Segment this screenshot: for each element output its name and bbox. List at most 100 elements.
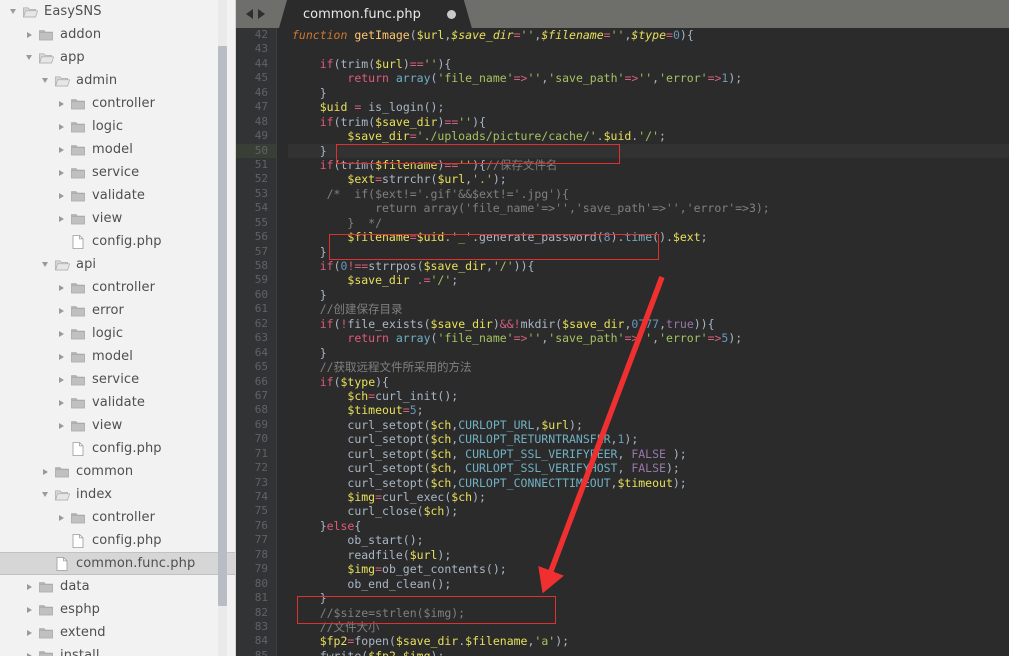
nav-back-arrow-icon[interactable]: [246, 9, 253, 19]
code-line-71[interactable]: 71 curl_setopt($ch, CURLOPT_SSL_VERIFYPE…: [236, 446, 1009, 462]
code-line-58[interactable]: 58 if(0!==strrpos($save_dir,'/')){: [236, 259, 1009, 274]
code-line-64[interactable]: 64 }: [236, 345, 1009, 361]
code-line-59[interactable]: 59 $save_dir .='/';: [236, 273, 1009, 288]
gutter-marker-area[interactable]: [276, 42, 288, 57]
gutter-marker-area[interactable]: [276, 143, 288, 158]
chevron-right-icon[interactable]: [22, 598, 36, 621]
code-line-77[interactable]: 77 ob_start();: [236, 533, 1009, 548]
gutter-marker-area[interactable]: [276, 591, 288, 606]
tree-item-config-php[interactable]: config.php: [0, 230, 235, 253]
gutter-marker-area[interactable]: [276, 56, 288, 72]
tree-item-common-func-php[interactable]: common.func.php: [0, 552, 235, 575]
tree-item-config-php[interactable]: config.php: [0, 529, 235, 552]
gutter-marker-area[interactable]: [276, 114, 288, 130]
tree-item-common[interactable]: common: [0, 460, 235, 483]
gutter-marker-area[interactable]: [276, 28, 288, 43]
code-line-82[interactable]: 82 //$size=strlen($img);: [236, 605, 1009, 620]
gutter-marker-area[interactable]: [276, 417, 288, 433]
tree-item-model[interactable]: model: [0, 138, 235, 161]
gutter-marker-area[interactable]: [276, 504, 288, 519]
code-line-62[interactable]: 62 if(!file_exists($save_dir)&&!mkdir($s…: [236, 316, 1009, 332]
code-line-54[interactable]: 54 return array('file_name'=>'','save_pa…: [236, 201, 1009, 216]
code-line-55[interactable]: 55 } */: [236, 215, 1009, 231]
gutter-marker-area[interactable]: [276, 201, 288, 216]
gutter-marker-area[interactable]: [276, 244, 288, 259]
code-line-72[interactable]: 72 curl_setopt($ch, CURLOPT_SSL_VERIFYHO…: [236, 461, 1009, 476]
code-line-80[interactable]: 80 ob_end_clean();: [236, 576, 1009, 592]
gutter-marker-area[interactable]: [276, 186, 288, 202]
nav-forward-arrow-icon[interactable]: [258, 9, 265, 19]
chevron-right-icon[interactable]: [54, 207, 68, 230]
code-line-52[interactable]: 52 $ext=strrchr($url,'.');: [236, 172, 1009, 187]
chevron-right-icon[interactable]: [22, 23, 36, 46]
code-editor-content[interactable]: 42 function getImage($url,$save_dir='',$f…: [236, 28, 1009, 656]
tree-item-admin[interactable]: admin: [0, 69, 235, 92]
chevron-right-icon[interactable]: [22, 621, 36, 644]
chevron-right-icon[interactable]: [54, 322, 68, 345]
tree-item-controller[interactable]: controller: [0, 276, 235, 299]
code-line-56[interactable]: 56 $filename=$uid.'_'.generate_password(…: [236, 230, 1009, 245]
tree-item-controller[interactable]: controller: [0, 506, 235, 529]
code-line-79[interactable]: 79 $img=ob_get_contents();: [236, 562, 1009, 577]
code-line-51[interactable]: 51 if(trim($filename)==''){//保存文件名: [236, 157, 1009, 173]
gutter-marker-area[interactable]: [276, 85, 288, 101]
code-line-76[interactable]: 76 }else{: [236, 518, 1009, 534]
tree-item-service[interactable]: service: [0, 368, 235, 391]
code-line-78[interactable]: 78 readfile($url);: [236, 547, 1009, 563]
tree-item-model[interactable]: model: [0, 345, 235, 368]
gutter-marker-area[interactable]: [276, 403, 288, 418]
code-line-49[interactable]: 49 $save_dir='./uploads/picture/cache/'.…: [236, 129, 1009, 144]
code-line-85[interactable]: 85 fwrite($fp2,$img);: [236, 648, 1009, 656]
gutter-marker-area[interactable]: [276, 331, 288, 346]
chevron-down-icon[interactable]: [38, 69, 52, 92]
tree-item-app[interactable]: app: [0, 46, 235, 69]
code-line-47[interactable]: 47 $uid = is_login();: [236, 100, 1009, 115]
code-line-53[interactable]: 53 /* if($ext!='.gif'&&$ext!='.jpg'){: [236, 186, 1009, 202]
gutter-marker-area[interactable]: [276, 230, 288, 245]
tree-item-install[interactable]: install: [0, 644, 235, 656]
chevron-right-icon[interactable]: [54, 368, 68, 391]
gutter-marker-area[interactable]: [276, 518, 288, 534]
chevron-right-icon[interactable]: [54, 138, 68, 161]
chevron-right-icon[interactable]: [38, 460, 52, 483]
code-line-44[interactable]: 44 if(trim($url)==''){: [236, 56, 1009, 72]
tree-item-service[interactable]: service: [0, 161, 235, 184]
sidebar-scrollbar-thumb[interactable]: [218, 46, 227, 606]
gutter-marker-area[interactable]: [276, 374, 288, 389]
gutter-marker-area[interactable]: [276, 287, 288, 303]
tree-item-view[interactable]: view: [0, 207, 235, 230]
chevron-right-icon[interactable]: [22, 575, 36, 598]
tree-item-esphp[interactable]: esphp: [0, 598, 235, 621]
tree-item-api[interactable]: api: [0, 253, 235, 276]
code-line-46[interactable]: 46 }: [236, 85, 1009, 101]
gutter-marker-area[interactable]: [276, 562, 288, 577]
gutter-marker-area[interactable]: [276, 273, 288, 288]
code-line-60[interactable]: 60 }: [236, 287, 1009, 303]
chevron-right-icon[interactable]: [54, 299, 68, 322]
tree-item-logic[interactable]: logic: [0, 322, 235, 345]
chevron-right-icon[interactable]: [54, 506, 68, 529]
chevron-down-icon[interactable]: [38, 253, 52, 276]
code-line-81[interactable]: 81 }: [236, 591, 1009, 606]
tab-modified-dot-icon[interactable]: [447, 10, 456, 19]
gutter-marker-area[interactable]: [276, 100, 288, 115]
tree-item-logic[interactable]: logic: [0, 115, 235, 138]
gutter-marker-area[interactable]: [276, 302, 288, 317]
chevron-right-icon[interactable]: [54, 391, 68, 414]
gutter-marker-area[interactable]: [276, 345, 288, 361]
chevron-right-icon[interactable]: [54, 414, 68, 437]
code-line-66[interactable]: 66 if($type){: [236, 374, 1009, 389]
project-file-tree[interactable]: EasySNS addon app admin controller logic model…: [0, 0, 236, 656]
chevron-right-icon[interactable]: [54, 161, 68, 184]
tree-item-extend[interactable]: extend: [0, 621, 235, 644]
code-line-61[interactable]: 61 //创建保存目录: [236, 302, 1009, 317]
gutter-marker-area[interactable]: [276, 648, 288, 656]
chevron-right-icon[interactable]: [22, 644, 36, 656]
tree-item-addon[interactable]: addon: [0, 23, 235, 46]
tab-common-func-php[interactable]: common.func.php: [279, 0, 472, 28]
chevron-right-icon[interactable]: [54, 92, 68, 115]
gutter-marker-area[interactable]: [276, 634, 288, 649]
code-line-70[interactable]: 70 curl_setopt($ch,CURLOPT_RETURNTRANSFE…: [236, 432, 1009, 447]
chevron-right-icon[interactable]: [54, 184, 68, 207]
gutter-marker-area[interactable]: [276, 490, 288, 505]
